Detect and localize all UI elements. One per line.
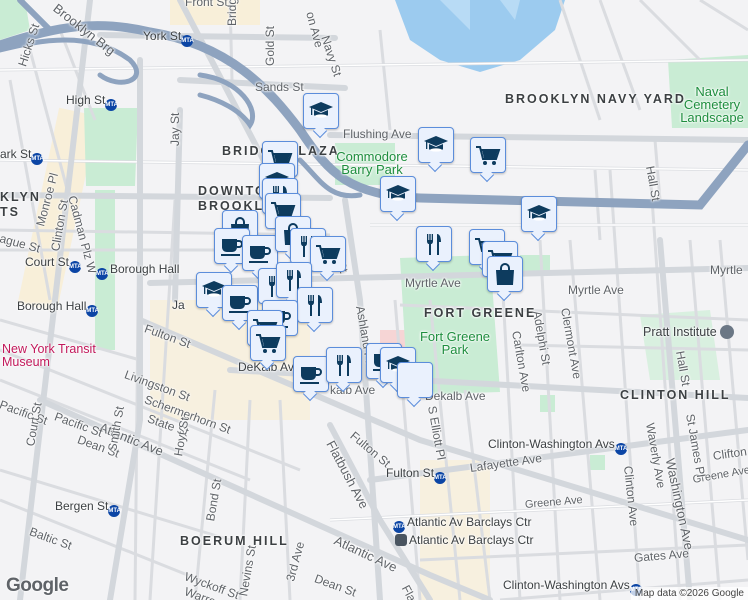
cafe-icon: [298, 361, 324, 387]
station-name: Clinton-Washington Avs: [488, 437, 615, 451]
education-icon: [385, 181, 411, 207]
shopping-bag-icon: [492, 261, 518, 287]
poi-label: New York Transit Museum: [2, 342, 96, 369]
station-name: High St: [66, 93, 106, 107]
subway-icon: MTA: [614, 443, 627, 455]
map-marker[interactable]: [487, 256, 523, 292]
university-icon: [720, 325, 735, 339]
map-marker[interactable]: [380, 176, 416, 212]
station-name: Court St: [25, 255, 70, 269]
grocery-cart-icon: [255, 330, 281, 356]
subway-icon: MTA: [105, 99, 118, 111]
subway-icon: MTA: [108, 505, 121, 517]
street-label: Jay St: [168, 112, 182, 146]
park-label: Naval Cemetery Landscape: [680, 84, 744, 125]
education-icon: [308, 98, 334, 124]
station-name: Fulton St: [386, 466, 435, 480]
station-label: Clinton-Washington AvsMTA: [503, 579, 644, 596]
subway-icon: MTA: [69, 261, 82, 273]
street-label: Flushing Ave: [343, 127, 412, 141]
map-marker[interactable]: [242, 235, 278, 271]
park-label: Commodore Barry Park: [336, 149, 408, 177]
education-icon: [423, 132, 449, 158]
neighborhood-label: KLYN TS: [0, 190, 41, 219]
station-name: Clinton-Washington Avs: [503, 578, 630, 592]
map-marker[interactable]: [297, 287, 333, 323]
station-label: Clinton-Washington AvsMTA: [488, 438, 629, 455]
subway-icon: MTA: [31, 153, 44, 165]
station-label: High StMTA: [66, 94, 119, 111]
station-name: Bergen St: [55, 499, 109, 513]
station-name: Atlantic Av Barclays Ctr: [407, 515, 532, 529]
grocery-cart-icon: [315, 241, 341, 267]
map-marker[interactable]: [310, 236, 346, 272]
cafe-icon: [247, 240, 273, 266]
station-label: ark StMTA: [0, 148, 45, 165]
street-label: Sands St: [255, 80, 304, 94]
station-label: Court StMTA: [25, 256, 83, 273]
station-label: Atlantic Av Barclays Ctr: [395, 534, 534, 546]
park-label: Fort Greene Park: [419, 329, 491, 357]
station-name: Borough Hall: [110, 262, 180, 276]
station-label: Ja: [172, 298, 185, 312]
street-label: Dekalb Ave: [425, 389, 486, 403]
street-label: Myrtle Ave: [568, 283, 624, 297]
map-marker[interactable]: [250, 325, 286, 361]
station-label: MTABorough Hall: [96, 263, 179, 280]
station-name: York St: [143, 29, 182, 43]
subway-icon: MTA: [86, 305, 99, 317]
station-name: ark St: [0, 147, 32, 161]
station-name: Borough Hall: [17, 299, 87, 313]
train-icon: [395, 534, 407, 546]
map-attribution[interactable]: Map data ©2026 Google: [630, 587, 748, 600]
station-label: York StMTA: [143, 30, 195, 47]
subway-icon: MTA: [393, 521, 406, 533]
map-canvas[interactable]: Front St Bridg on Ave Brooklyn Brg York …: [0, 0, 748, 600]
map-marker[interactable]: [397, 362, 433, 398]
station-label: MTAAtlantic Av Barclays Ctr: [393, 516, 532, 533]
map-marker[interactable]: [326, 347, 362, 383]
restaurant-icon: [302, 292, 328, 318]
google-logo: Google: [6, 575, 69, 596]
subway-icon: MTA: [434, 472, 447, 484]
street-label: Bridg: [225, 0, 239, 26]
education-icon: [526, 201, 552, 227]
subway-icon: MTA: [96, 268, 109, 280]
restaurant-icon: [421, 231, 447, 257]
map-marker[interactable]: [293, 356, 329, 392]
street-label: Front St: [185, 0, 228, 9]
grocery-cart-icon: [475, 142, 501, 168]
station-label: Fulton StMTA: [386, 467, 448, 484]
map-marker[interactable]: [416, 226, 452, 262]
map-marker[interactable]: [303, 93, 339, 129]
neighborhood-label: BROOKLYN NAVY YARD: [505, 92, 686, 106]
map-marker[interactable]: [418, 127, 454, 163]
station-label: Bergen StMTA: [55, 500, 122, 517]
station-label: Borough HallMTA: [17, 300, 100, 317]
restaurant-icon: [331, 352, 357, 378]
station-name: Atlantic Av Barclays Ctr: [409, 533, 534, 547]
neighborhood-label: FORT GREENE: [424, 306, 537, 320]
map-marker[interactable]: [521, 196, 557, 232]
subway-icon: MTA: [181, 35, 194, 47]
street-label: Myrtle Ave: [405, 276, 461, 290]
street-label: Myrtle: [710, 263, 743, 277]
map-marker[interactable]: [470, 137, 506, 173]
street-label: Gold St: [263, 25, 277, 66]
poi-name: Pratt Institute: [643, 325, 717, 339]
neighborhood-label: CLINTON HILL: [620, 388, 731, 402]
poi-label: Pratt Institute: [643, 325, 735, 339]
neighborhood-label: BOERUM HILL: [180, 534, 289, 548]
